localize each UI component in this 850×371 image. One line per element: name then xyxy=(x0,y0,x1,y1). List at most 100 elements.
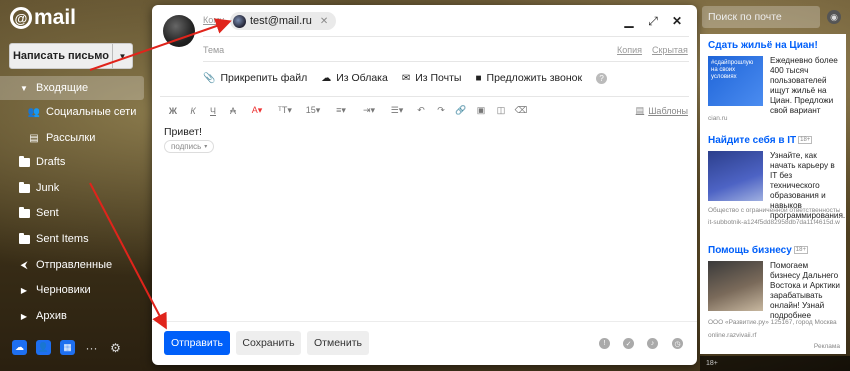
ad-legal: ООО «Развитие.ру» 125167, город Москва xyxy=(708,319,837,326)
underline-button[interactable]: Ч xyxy=(203,106,223,116)
help-icon[interactable]: ? xyxy=(596,72,608,84)
image-icon[interactable]: ▣ xyxy=(471,105,491,116)
newsletter-icon: ▤ xyxy=(29,132,39,144)
attach-row: 📎 Прикрепить файл ☁ Из Облака ✉ Из Почты… xyxy=(203,72,608,84)
templates-link[interactable]: ▤ Шаблоны xyxy=(636,105,688,116)
ad-source[interactable]: cian.ru xyxy=(708,115,840,122)
align-icon[interactable]: ≡▾ xyxy=(327,105,355,116)
chevron-down-icon: ▾ xyxy=(204,144,208,150)
save-button[interactable]: Сохранить xyxy=(236,331,301,355)
sidebar-item-sent-items[interactable]: Sent Items xyxy=(0,227,144,251)
redo-icon[interactable]: ↷ xyxy=(431,105,451,116)
folder-icon xyxy=(18,232,30,245)
sidebar-item-drafts[interactable]: ▶ Черновики xyxy=(0,278,144,302)
clear-format-icon[interactable]: ⌫ xyxy=(511,105,531,116)
bottom-strip: 18+ xyxy=(700,356,850,371)
ad-image[interactable] xyxy=(708,151,763,201)
paperclip-icon: 📎 xyxy=(203,72,216,84)
importance-icon[interactable]: ! xyxy=(599,338,610,349)
sidebar-item-drafts-en[interactable]: Drafts xyxy=(0,150,144,174)
video-icon: ■ xyxy=(475,72,482,84)
sidebar-item-sent[interactable]: ⮜ Отправленные xyxy=(0,253,144,277)
ad-title[interactable]: Сдать жильё на Циан! xyxy=(708,40,818,51)
to-label[interactable]: Кому xyxy=(203,15,224,25)
sidebar-item-inbox[interactable]: ▼ Входящие xyxy=(0,76,144,100)
schedule-icon[interactable]: ◷ xyxy=(672,338,683,349)
cloud-icon[interactable]: ☁ xyxy=(12,340,27,355)
ad-legal: Общество с ограниченной ответственностью xyxy=(708,207,840,214)
ad-source[interactable]: it-subbotnik-a124f5dd82958db7da11f4615d.… xyxy=(708,219,840,226)
divider xyxy=(152,321,697,322)
chevron-down-icon[interactable]: ▼ xyxy=(112,44,132,68)
link-icon[interactable]: 🔗 xyxy=(451,105,471,116)
list-icon[interactable]: ☰▾ xyxy=(383,105,411,116)
italic-button[interactable]: К xyxy=(183,106,203,116)
signature-chip[interactable]: подпись ▾ xyxy=(164,140,215,153)
divider xyxy=(160,96,689,97)
mail-logo[interactable]: @ mail xyxy=(10,6,76,30)
people-icon: 👥 xyxy=(27,106,41,118)
sidebar-item-archive[interactable]: ▶ Архив xyxy=(0,304,144,328)
folder-icon xyxy=(18,206,30,219)
folder-icon xyxy=(18,181,30,194)
text-color-icon[interactable]: A▾ xyxy=(243,105,271,116)
divider xyxy=(203,36,689,37)
recipient-email: test@mail.ru xyxy=(250,15,312,27)
recipient-chip[interactable]: test@mail.ru ✕ xyxy=(230,12,337,30)
undo-icon[interactable]: ↶ xyxy=(411,105,431,116)
emoji-icon[interactable]: ◫ xyxy=(491,105,511,116)
sidebar-bottom-icons: ☁ 👤 ▦ ··· ⚙ xyxy=(12,340,123,355)
folder-icon xyxy=(18,155,30,168)
remove-recipient-icon[interactable]: ✕ xyxy=(320,16,328,27)
font-size-select[interactable]: 15▾ xyxy=(299,105,327,116)
compose-window: Кому test@mail.ru ✕ ▁ ⤢ ✕ Тема Копия Скр… xyxy=(152,5,697,365)
bcc-link[interactable]: Скрытая xyxy=(652,45,688,55)
compose-button[interactable]: Написать письмо ▼ xyxy=(9,43,133,69)
search-input[interactable]: Поиск по почте xyxy=(702,6,820,28)
send-icon: ⮜ xyxy=(20,259,28,271)
ad-title[interactable]: Помощь бизнесу 18+ xyxy=(708,245,808,256)
minimize-icon[interactable]: ▁ xyxy=(621,13,637,29)
message-body[interactable]: Привет! xyxy=(164,126,202,138)
send-button[interactable]: Отправить xyxy=(164,331,230,355)
user-menu-icon[interactable]: ◉ xyxy=(827,10,841,24)
ad-image[interactable]: #сдайпрошлую на своих условиях xyxy=(708,56,763,106)
strikethrough-icon[interactable]: ₳ xyxy=(223,106,243,116)
calendar-icon[interactable]: ▦ xyxy=(60,340,75,355)
expand-icon[interactable]: ⤢ xyxy=(645,13,661,29)
ad-label: Реклама xyxy=(813,343,840,350)
suggest-call-button[interactable]: ■ Предложить звонок xyxy=(475,72,582,84)
avatar xyxy=(163,15,195,47)
more-icon[interactable]: ··· xyxy=(84,340,99,355)
sidebar-item-social[interactable]: 👥 Социальные сети xyxy=(0,100,144,124)
close-icon[interactable]: ✕ xyxy=(669,13,685,29)
contacts-icon[interactable]: 👤 xyxy=(36,340,51,355)
receipt-icon[interactable]: ✓ xyxy=(623,338,634,349)
ad-image[interactable] xyxy=(708,261,763,311)
cancel-button[interactable]: Отменить xyxy=(307,331,369,355)
formatting-toolbar: Ж К Ч ₳ A▾ ᵀT▾ 15▾ ≡▾ ⇥▾ ☰▾ ↶ ↷ 🔗 ▣ ◫ ⌫ xyxy=(163,105,689,116)
sidebar-item-junk[interactable]: Junk xyxy=(0,176,144,200)
font-style-icon[interactable]: ᵀT▾ xyxy=(271,105,299,116)
chevron-right-icon: ▶ xyxy=(20,285,28,295)
cc-link[interactable]: Копия xyxy=(617,45,642,55)
attach-mail-button[interactable]: ✉ Из Почты xyxy=(402,72,462,84)
attach-cloud-button[interactable]: ☁ Из Облака xyxy=(321,72,388,84)
ads-panel: Сдать жильё на Циан! #сдайпрошлую на сво… xyxy=(700,34,846,354)
ad-text: Ежедневно более 400 тысяч пользователей … xyxy=(770,56,838,115)
attach-file-button[interactable]: 📎 Прикрепить файл xyxy=(203,72,307,84)
recipient-avatar xyxy=(233,14,246,28)
bold-button[interactable]: Ж xyxy=(163,106,183,116)
sidebar-item-newsletters[interactable]: ▤ Рассылки xyxy=(0,126,144,150)
reminder-icon[interactable]: ♪ xyxy=(647,338,658,349)
ad-source[interactable]: online.razvivaii.rf xyxy=(708,332,840,339)
ad-title[interactable]: Найдите себя в IT 18+ xyxy=(708,135,813,146)
indent-icon[interactable]: ⇥▾ xyxy=(355,105,383,116)
settings-icon[interactable]: ⚙ xyxy=(108,340,123,355)
ad-text: Помогаем бизнесу Дальнего Востока и Аркт… xyxy=(770,261,840,320)
sidebar-item-sent-en[interactable]: Sent xyxy=(0,201,144,225)
divider xyxy=(203,61,689,62)
subject-field[interactable]: Тема xyxy=(203,45,224,55)
mail-icon: ✉ xyxy=(401,72,411,84)
chevron-down-icon: ▼ xyxy=(20,83,28,93)
